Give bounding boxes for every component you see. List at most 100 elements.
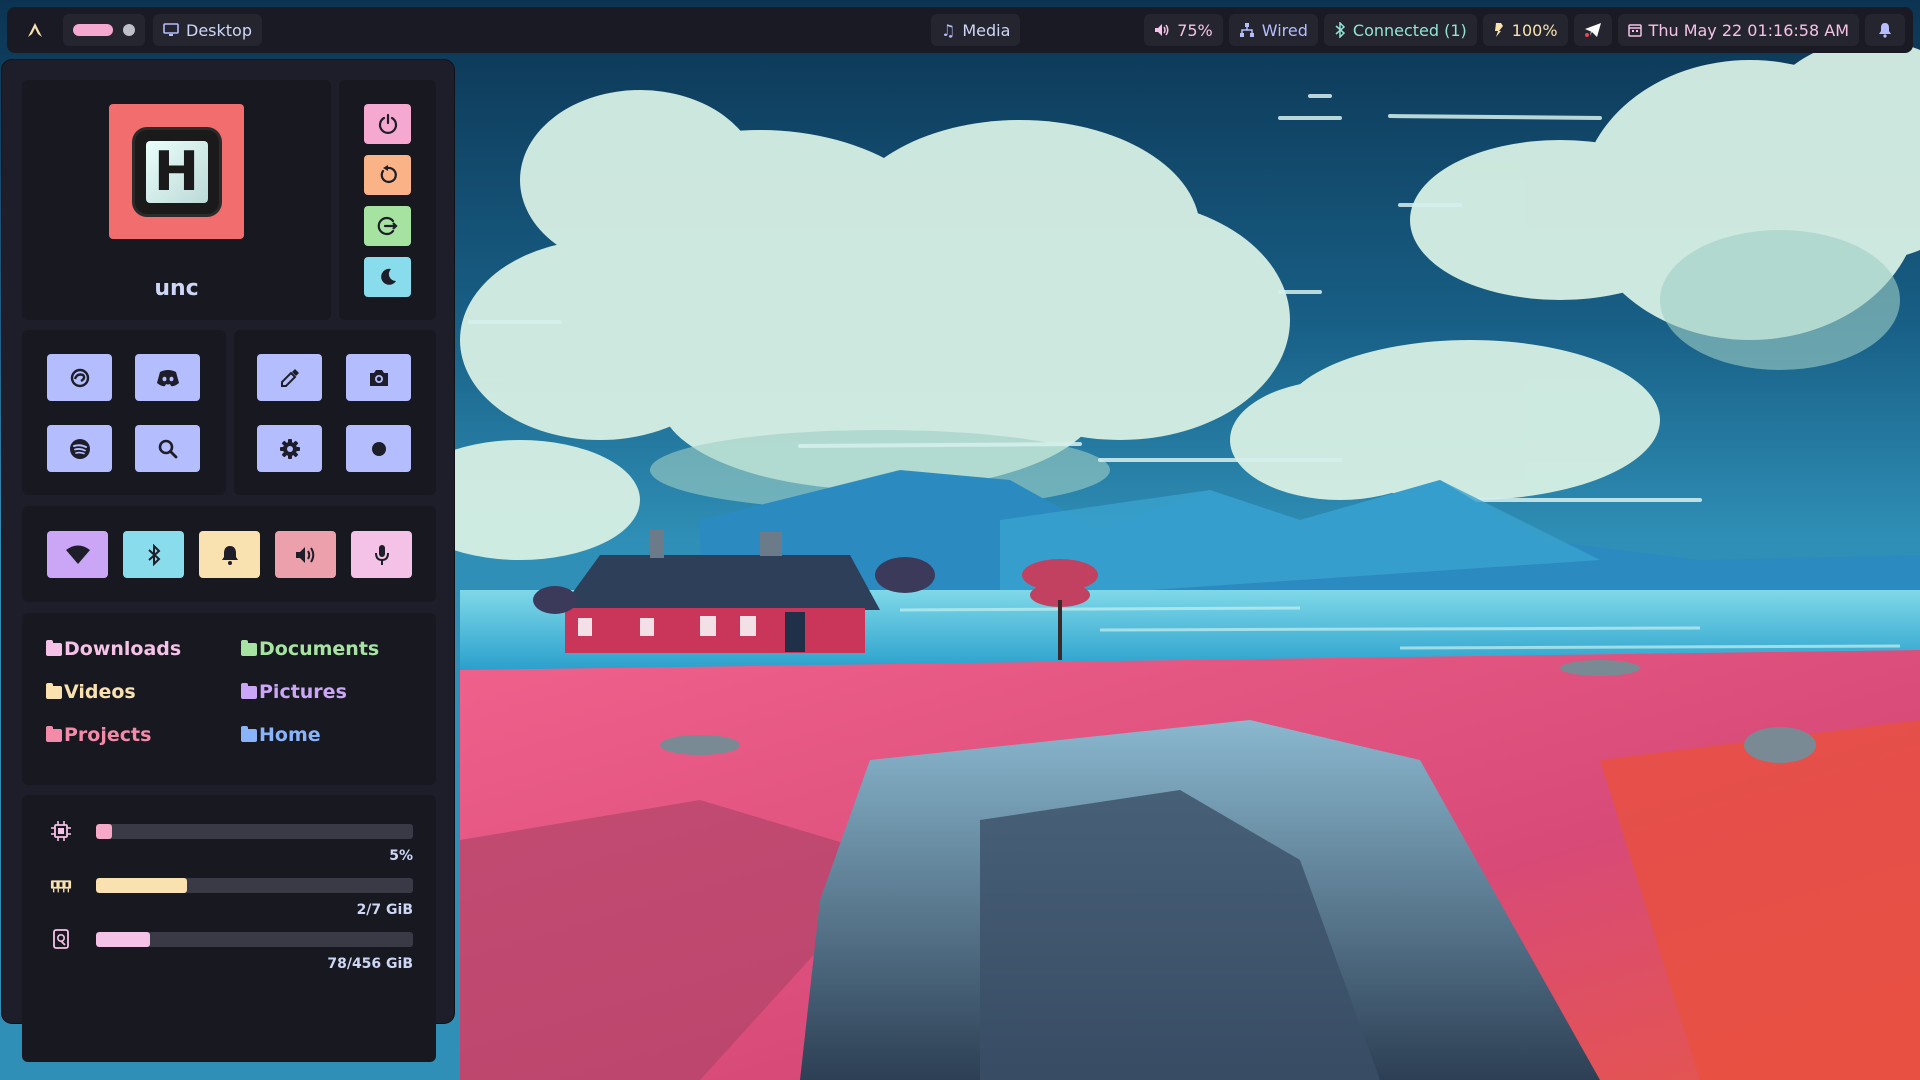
reboot-button[interactable]	[364, 155, 411, 195]
clock-chip[interactable]: Thu May 22 01:16:58 AM	[1617, 14, 1859, 46]
folder-label: Pictures	[259, 681, 347, 703]
battery-label: 100%	[1511, 20, 1558, 40]
folder-home[interactable]: Home	[241, 724, 321, 746]
battery-icon	[1494, 23, 1503, 37]
disk-bar	[96, 932, 413, 947]
cpu-icon	[50, 820, 72, 842]
folder-pictures[interactable]: Pictures	[241, 681, 347, 703]
folder-videos[interactable]: Videos	[46, 681, 136, 703]
ram-label: 2/7 GiB	[356, 902, 413, 918]
ram-icon	[50, 874, 72, 896]
network-chip[interactable]: Wired	[1228, 14, 1318, 46]
workspace-active[interactable]	[73, 24, 113, 36]
bluetooth-chip[interactable]: Connected (1)	[1323, 14, 1477, 46]
topbar-right: 75% Wired Connected (1) 100% Thu May 22 …	[1136, 14, 1913, 46]
power-button[interactable]	[364, 104, 411, 144]
moon-icon	[380, 268, 396, 285]
bluetooth-toggle[interactable]	[123, 531, 184, 578]
folder-icon	[46, 725, 62, 742]
color-picker-icon	[280, 368, 299, 387]
speaker-icon	[295, 546, 314, 563]
disk-label: 78/456 GiB	[327, 956, 413, 972]
network-icon	[1239, 23, 1254, 37]
screenshot-icon	[369, 369, 388, 386]
disk-bar-fill	[96, 932, 151, 947]
workspace-inactive[interactable]	[123, 24, 135, 36]
battery-chip[interactable]: 100%	[1482, 14, 1568, 46]
avatar-letter: H	[145, 140, 208, 203]
spotify-button[interactable]	[47, 425, 112, 472]
folder-downloads[interactable]: Downloads	[46, 638, 181, 660]
folder-projects[interactable]: Projects	[46, 724, 151, 746]
workspaces	[63, 14, 145, 46]
settings-icon	[279, 438, 300, 459]
launcher-button[interactable]	[15, 14, 55, 46]
browser-icon	[70, 368, 89, 387]
speaker-toggle[interactable]	[275, 531, 336, 578]
bluetooth-label: Connected (1)	[1352, 20, 1467, 40]
volume-chip[interactable]: 75%	[1144, 14, 1223, 46]
topbar-center: ♫ Media	[923, 14, 1028, 46]
folder-icon	[241, 682, 257, 699]
notification-button[interactable]	[1865, 14, 1905, 46]
avatar: H	[109, 104, 244, 239]
bell-icon	[221, 545, 238, 565]
apps-card-1	[22, 330, 226, 495]
username: unc	[154, 276, 199, 301]
folder-label: Home	[259, 724, 321, 746]
disk-icon	[50, 928, 72, 950]
wifi-toggle[interactable]	[47, 531, 108, 578]
wifi-icon	[65, 545, 90, 564]
discord-icon	[156, 369, 179, 386]
sleep-button[interactable]	[364, 257, 411, 297]
profile-card: H unc	[22, 80, 331, 320]
microphone-toggle[interactable]	[351, 531, 412, 578]
logout-button[interactable]	[364, 206, 411, 246]
bluetooth-icon	[1335, 22, 1345, 38]
telegram-icon	[1584, 23, 1601, 37]
media-chip[interactable]: ♫ Media	[931, 14, 1021, 46]
browser-button[interactable]	[47, 354, 112, 401]
notification-icon	[1879, 23, 1891, 38]
ram-bar	[96, 878, 413, 893]
dashboard-panel: H unc Downloads Documents Videos Picture…	[2, 60, 454, 1062]
monitor-icon	[163, 23, 179, 36]
datetime-label: Thu May 22 01:16:58 AM	[1648, 20, 1849, 40]
record-button[interactable]	[346, 425, 411, 472]
system-stats-card: 5% 2/7 GiB 78/456 GiB	[22, 795, 436, 1062]
folders-card: Downloads Documents Videos Pictures Proj…	[22, 613, 436, 785]
apps-card-2	[234, 330, 436, 495]
reboot-icon	[380, 165, 397, 184]
color-picker-button[interactable]	[257, 354, 322, 401]
power-icon	[378, 113, 397, 135]
folder-documents[interactable]: Documents	[241, 638, 379, 660]
cpu-bar-fill	[96, 824, 112, 839]
ram-bar-fill	[96, 878, 187, 893]
calendar-icon	[1627, 24, 1642, 37]
screenshot-button[interactable]	[346, 354, 411, 401]
bluetooth-icon	[147, 543, 160, 566]
folder-icon	[46, 639, 62, 656]
desktop-label: Desktop	[186, 20, 252, 40]
volume-icon	[1155, 24, 1169, 36]
notifications-toggle[interactable]	[199, 531, 260, 578]
microphone-icon	[374, 544, 389, 565]
cpu-bar	[96, 824, 413, 839]
window-title-chip[interactable]: Desktop	[153, 14, 262, 46]
media-label: Media	[962, 20, 1011, 40]
topbar-left: Desktop	[7, 14, 270, 46]
search-button[interactable]	[135, 425, 200, 472]
avatar-frame: H	[134, 129, 219, 214]
spotify-icon	[69, 438, 90, 459]
folder-icon	[46, 682, 62, 699]
discord-button[interactable]	[135, 354, 200, 401]
folder-label: Videos	[64, 681, 136, 703]
quick-toggles-card	[22, 506, 436, 602]
volume-label: 75%	[1177, 20, 1213, 40]
tray-telegram[interactable]	[1573, 14, 1612, 46]
settings-button[interactable]	[257, 425, 322, 472]
folder-icon	[241, 725, 257, 742]
cpu-label: 5%	[389, 848, 413, 864]
folder-label: Projects	[64, 724, 152, 746]
folder-icon	[241, 639, 257, 656]
